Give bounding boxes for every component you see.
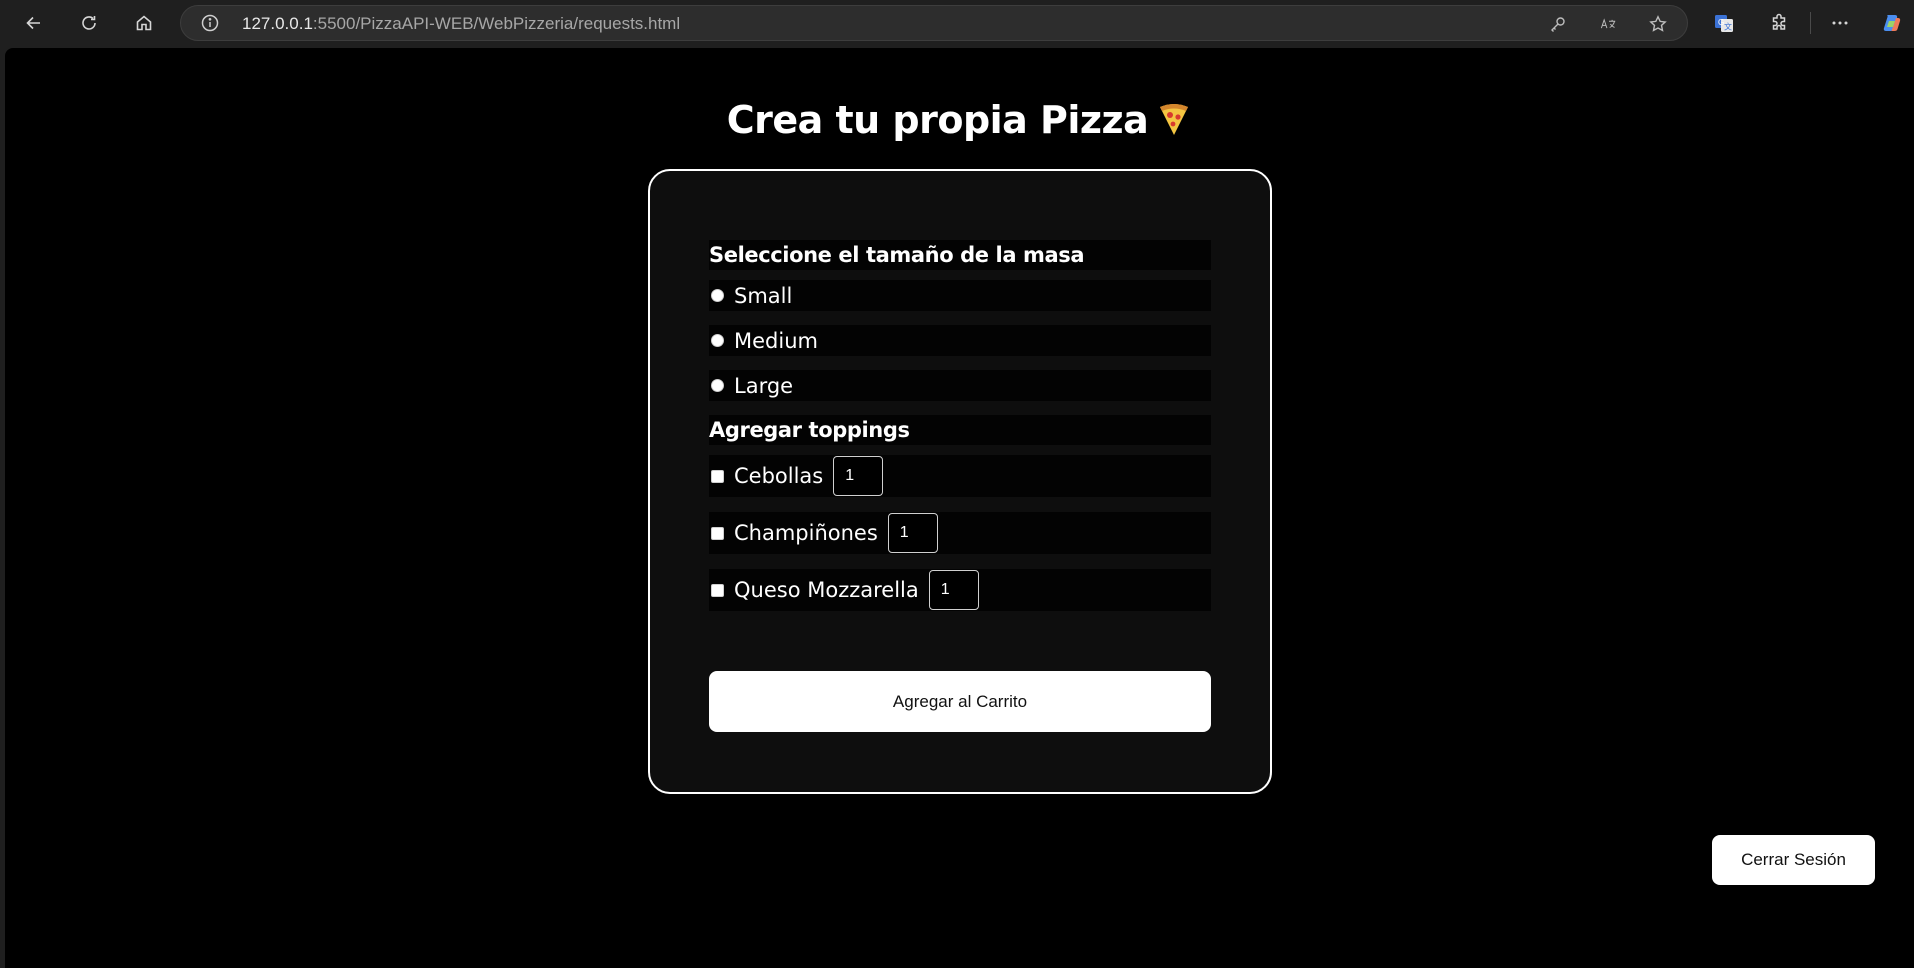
add-to-cart-button[interactable]: Agregar al Carrito [709,671,1211,732]
topping-quantity-mozzarella[interactable] [928,570,979,610]
toolbar-divider [1810,12,1811,34]
size-option-large[interactable]: Large [709,370,1211,401]
topping-checkbox-mozzarella[interactable] [711,583,724,597]
key-icon[interactable] [1548,14,1568,34]
size-option-small[interactable]: Small [709,280,1211,311]
read-aloud-icon[interactable] [1596,14,1622,34]
back-icon[interactable] [17,6,51,40]
url-host: 127.0.0.1 [242,14,313,33]
url-path: :5500/PizzaAPI-WEB/WebPizzeria/requests.… [312,14,681,33]
size-radio-small[interactable] [711,289,724,302]
size-label-medium: Medium [734,328,818,353]
size-radio-large[interactable] [711,379,724,392]
size-label-large: Large [734,373,794,398]
translate-icon[interactable]: G文 [1707,6,1741,40]
copilot-icon[interactable] [1875,6,1909,40]
topping-label-mozzarella: Queso Mozzarella [734,578,919,602]
size-label-small: Small [734,283,793,308]
browser-toolbar: 127.0.0.1:5500/PizzaAPI-WEB/WebPizzeria/… [0,0,1914,46]
toppings-heading: Agregar toppings [709,415,1211,445]
size-radio-medium[interactable] [711,334,724,347]
favorite-star-icon[interactable] [1648,14,1668,34]
topping-checkbox-champinones[interactable] [711,526,724,540]
topping-row-champinones[interactable]: Champiñones [709,512,1211,554]
topping-quantity-cebollas[interactable] [833,456,884,496]
topping-row-cebollas[interactable]: Cebollas [709,455,1211,497]
size-heading: Seleccione el tamaño de la masa [709,240,1211,270]
url-text: 127.0.0.1:5500/PizzaAPI-WEB/WebPizzeria/… [242,14,680,34]
svg-text:文: 文 [1724,22,1732,32]
topping-label-cebollas: Cebollas [734,464,824,488]
topping-checkbox-cebollas[interactable] [711,469,724,483]
topping-row-mozzarella[interactable]: Queso Mozzarella [709,569,1211,611]
pizza-slice-icon [1154,99,1192,137]
address-bar[interactable]: 127.0.0.1:5500/PizzaAPI-WEB/WebPizzeria/… [180,5,1688,41]
site-info-icon[interactable] [201,14,219,32]
home-icon[interactable] [127,6,161,40]
page-title: Crea tu propia Pizza [5,98,1914,142]
more-options-icon[interactable] [1823,6,1857,40]
extensions-icon[interactable] [1762,6,1796,40]
page-viewport: Crea tu propia Pizza Seleccione el tamañ… [5,48,1914,968]
pizza-form-card: Seleccione el tamaño de la masa Small Me… [648,169,1272,794]
logout-button[interactable]: Cerrar Sesión [1712,835,1875,885]
size-option-medium[interactable]: Medium [709,325,1211,356]
topping-quantity-champinones[interactable] [887,513,938,553]
refresh-icon[interactable] [72,6,106,40]
topping-label-champinones: Champiñones [734,521,878,545]
page-title-text: Crea tu propia Pizza [726,98,1149,142]
